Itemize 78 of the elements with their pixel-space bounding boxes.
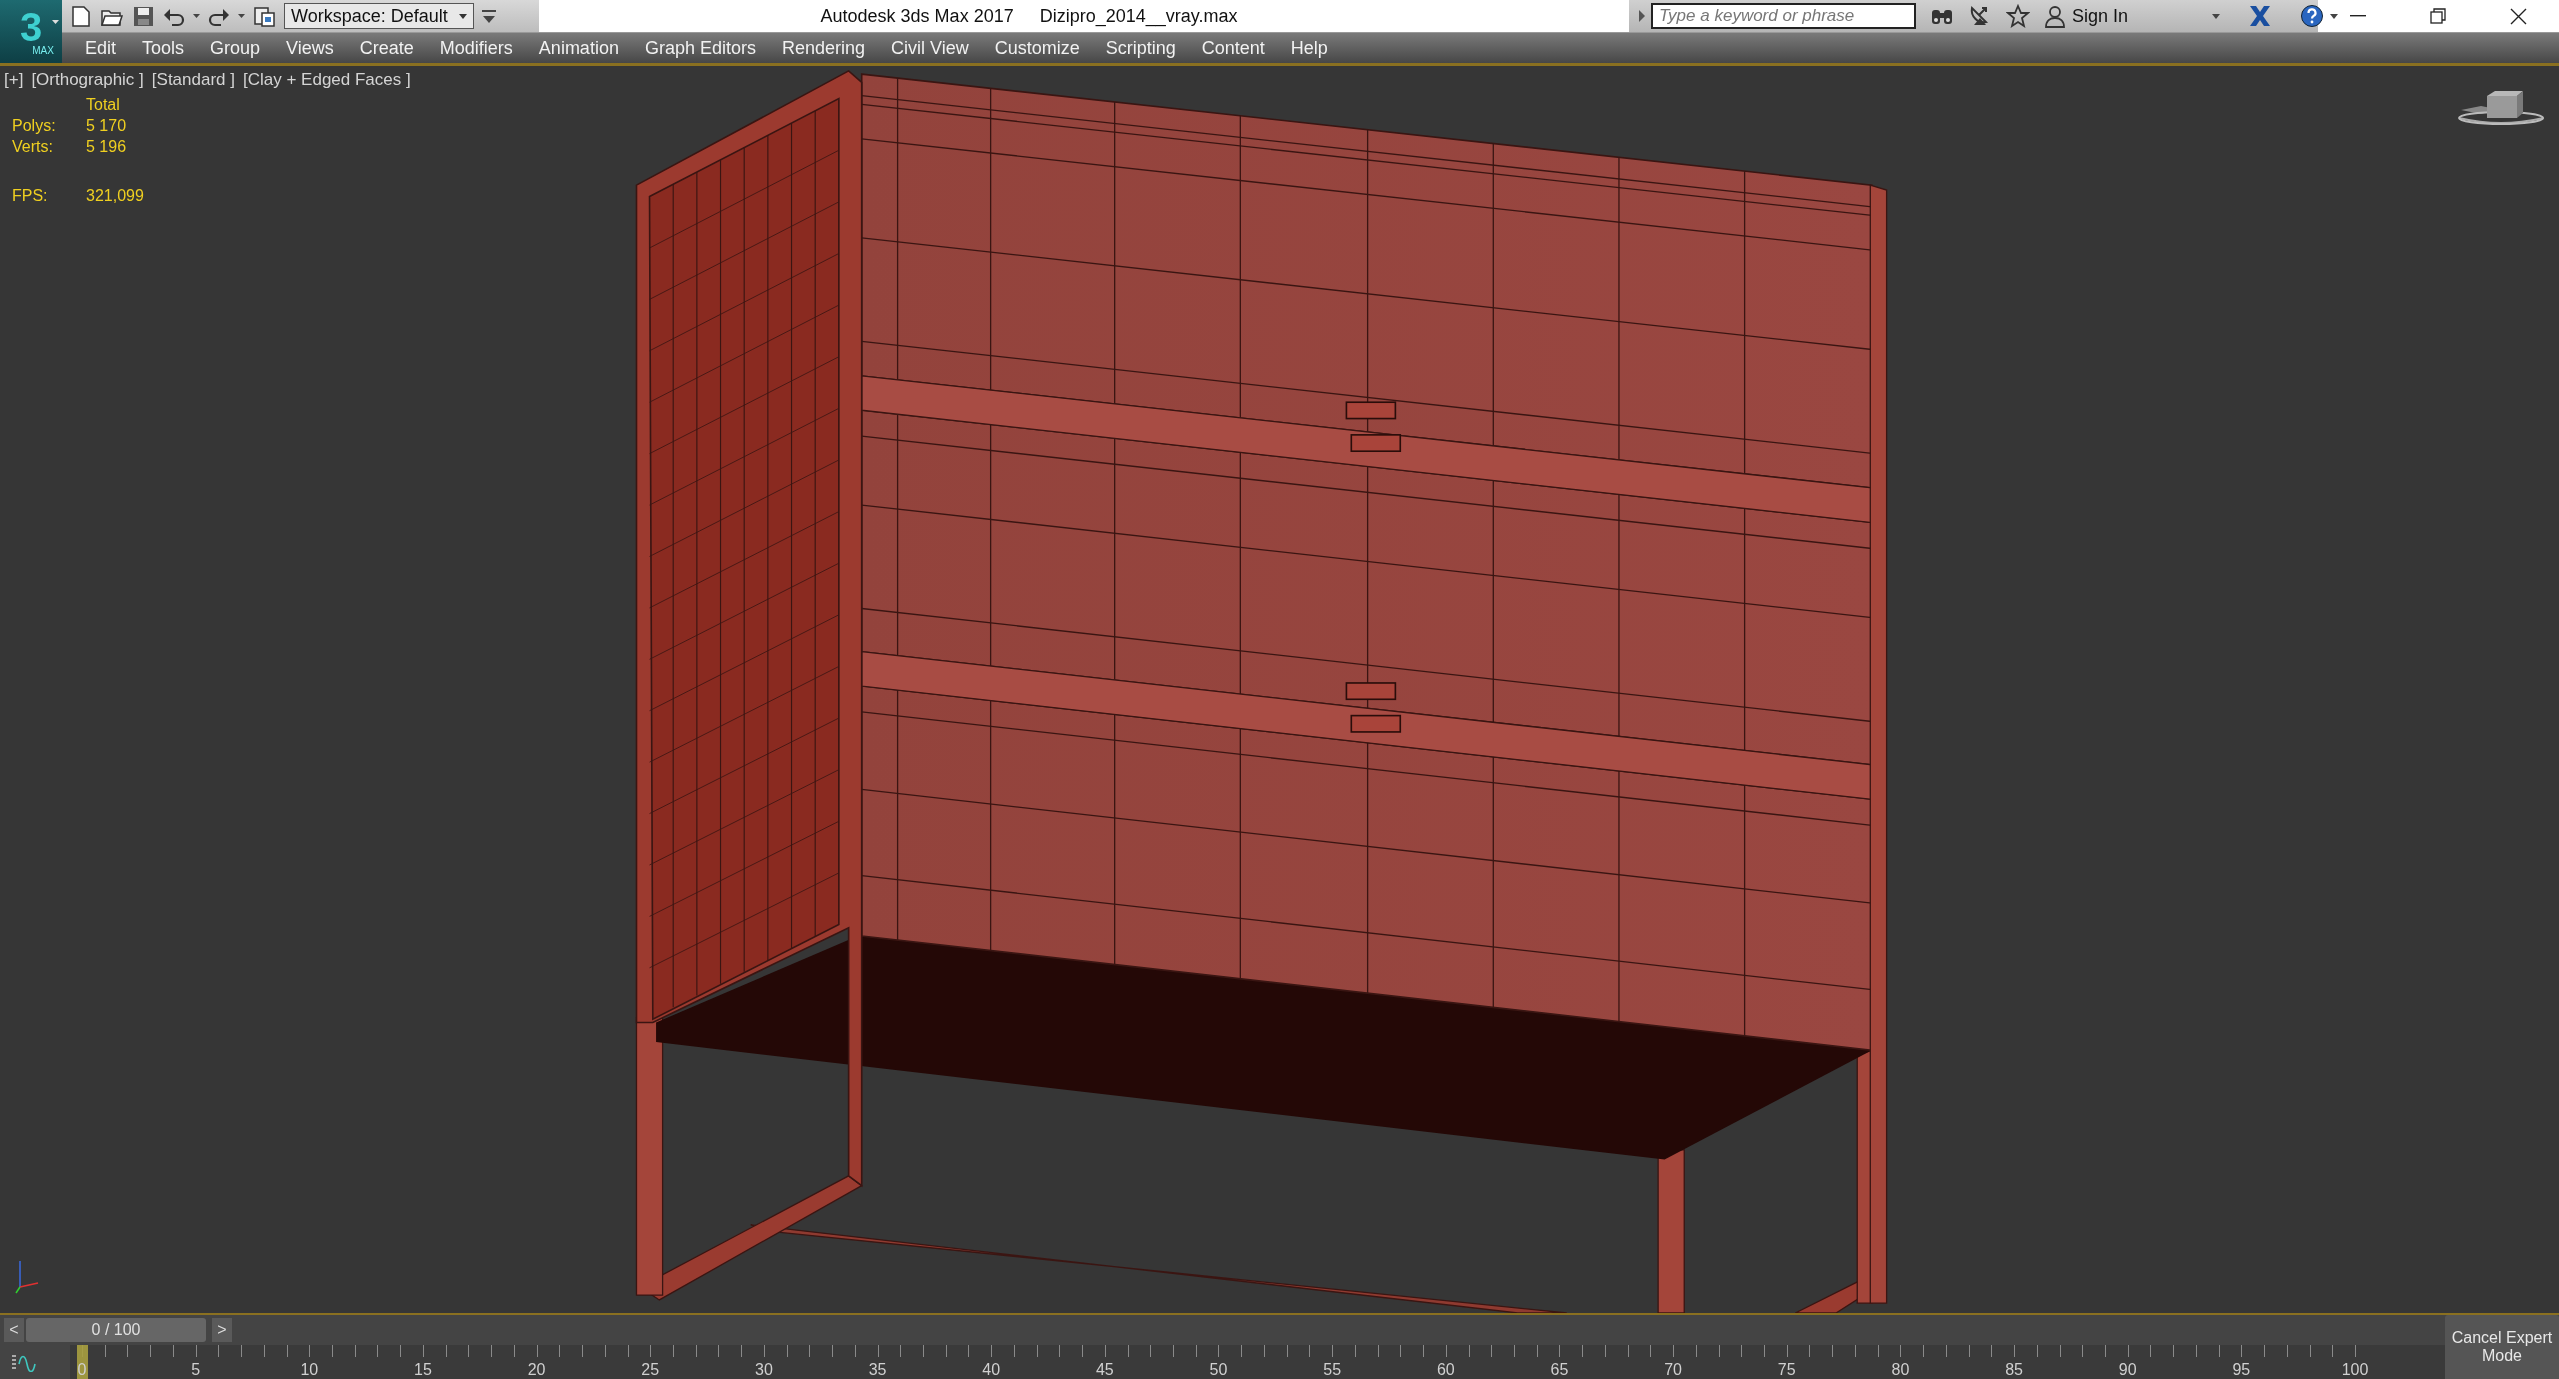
menu-item[interactable]: Scripting [1092, 34, 1189, 62]
stat-value: 321,099 [86, 187, 144, 205]
workspace-dropdown[interactable]: Workspace: Default [284, 3, 474, 29]
current-frame-marker [77, 1345, 88, 1379]
menu-item[interactable]: Tools [129, 34, 198, 62]
frame-number: 35 [868, 1361, 887, 1379]
project-folder-icon[interactable] [253, 4, 276, 28]
viewport-label[interactable]: [Orthographic ] [31, 70, 144, 90]
frame-number: 15 [414, 1361, 432, 1379]
frame-number: 50 [1209, 1361, 1228, 1379]
cancel-expert-mode-button[interactable]: Cancel Expert Mode [2445, 1315, 2559, 1379]
stat-label: Polys: [12, 117, 57, 135]
help-icon [2300, 4, 2325, 28]
app-title: Autodesk 3ds Max 2017 [820, 5, 1014, 27]
next-frame-button[interactable]: > [212, 1318, 232, 1342]
time-slider-thumb[interactable]: 0 / 100 [26, 1318, 206, 1342]
search-field[interactable]: Type a keyword or phrase [1651, 3, 1916, 29]
menu-item[interactable]: Modifiers [426, 34, 526, 62]
viewport-label[interactable]: [+] [4, 70, 24, 90]
curve-editor-icon[interactable] [12, 1352, 36, 1372]
menu-item[interactable]: Help [1277, 34, 1341, 62]
stat-label: Verts: [12, 138, 54, 156]
logo-numeral: 3 [19, 7, 43, 46]
menu-item[interactable]: Group [197, 34, 274, 62]
frame-number: 0 [77, 1361, 87, 1379]
time-slider[interactable]: 0 / 100 > [26, 1317, 2262, 1343]
save-icon[interactable] [132, 4, 155, 28]
frame-number: 45 [1095, 1361, 1114, 1379]
sign-in-button[interactable]: Sign In [2044, 4, 2129, 28]
menu-item[interactable]: Customize [981, 34, 1093, 62]
frame-number: 40 [982, 1361, 1001, 1379]
user-icon [2044, 4, 2066, 28]
menu-item[interactable]: Rendering [768, 34, 879, 62]
new-file-icon[interactable] [70, 4, 92, 28]
caret-icon[interactable] [2212, 13, 2221, 19]
frame-number: 90 [2118, 1361, 2137, 1379]
stat-value: 5 170 [86, 117, 128, 135]
menu-item[interactable]: Civil View [878, 34, 982, 62]
close-icon[interactable] [2510, 7, 2527, 25]
frame-number: 5 [191, 1361, 201, 1379]
menu-item[interactable]: Content [1188, 34, 1278, 62]
stats-header: Total [86, 96, 121, 114]
previous-frame-button[interactable]: < [4, 1318, 24, 1342]
frame-number: 75 [1777, 1361, 1796, 1379]
viewport-label[interactable]: [Clay + Edged Faces ] [243, 70, 411, 90]
frame-number: 70 [1664, 1361, 1682, 1379]
stat-value: 5 196 [86, 138, 128, 156]
restore-icon[interactable] [2430, 8, 2446, 24]
expand-arrow-icon[interactable] [1639, 10, 1645, 22]
caret-icon[interactable] [193, 14, 200, 18]
frame-number: 85 [2005, 1361, 2023, 1379]
exchange-x-icon[interactable] [2248, 4, 2273, 28]
frame-number: 55 [1323, 1361, 1342, 1379]
viewport-label[interactable]: [Standard ] [151, 70, 235, 90]
frame-number: 65 [1550, 1361, 1569, 1379]
help-button[interactable] [2300, 4, 2339, 28]
frame-number: 80 [1891, 1361, 1910, 1379]
menu-item[interactable]: Edit [72, 34, 130, 62]
file-name: Dizipro_2014__vray.max [1039, 5, 1238, 27]
menu-item[interactable]: Views [273, 34, 347, 62]
frame-number: 20 [527, 1361, 546, 1379]
caret-icon [459, 13, 467, 19]
menu-item[interactable]: Create [346, 34, 427, 62]
menu-item[interactable]: Animation [525, 34, 632, 62]
frame-number: 60 [1436, 1361, 1455, 1379]
caret-icon [2330, 13, 2339, 19]
frame-number: 95 [2232, 1361, 2251, 1379]
customize-toolbar-icon[interactable] [482, 9, 496, 23]
frame-number: 100 [2341, 1361, 2369, 1379]
stat-label: FPS: [12, 187, 49, 205]
logo-label: MAX [32, 45, 54, 56]
caret-icon[interactable] [238, 14, 245, 18]
star-icon[interactable] [2006, 4, 2030, 28]
caret-icon [52, 20, 59, 24]
menu-item[interactable]: Graph Editors [631, 34, 769, 62]
frame-number: 25 [641, 1361, 660, 1379]
frame-number: 30 [755, 1361, 773, 1379]
frame-number: 10 [300, 1361, 319, 1379]
